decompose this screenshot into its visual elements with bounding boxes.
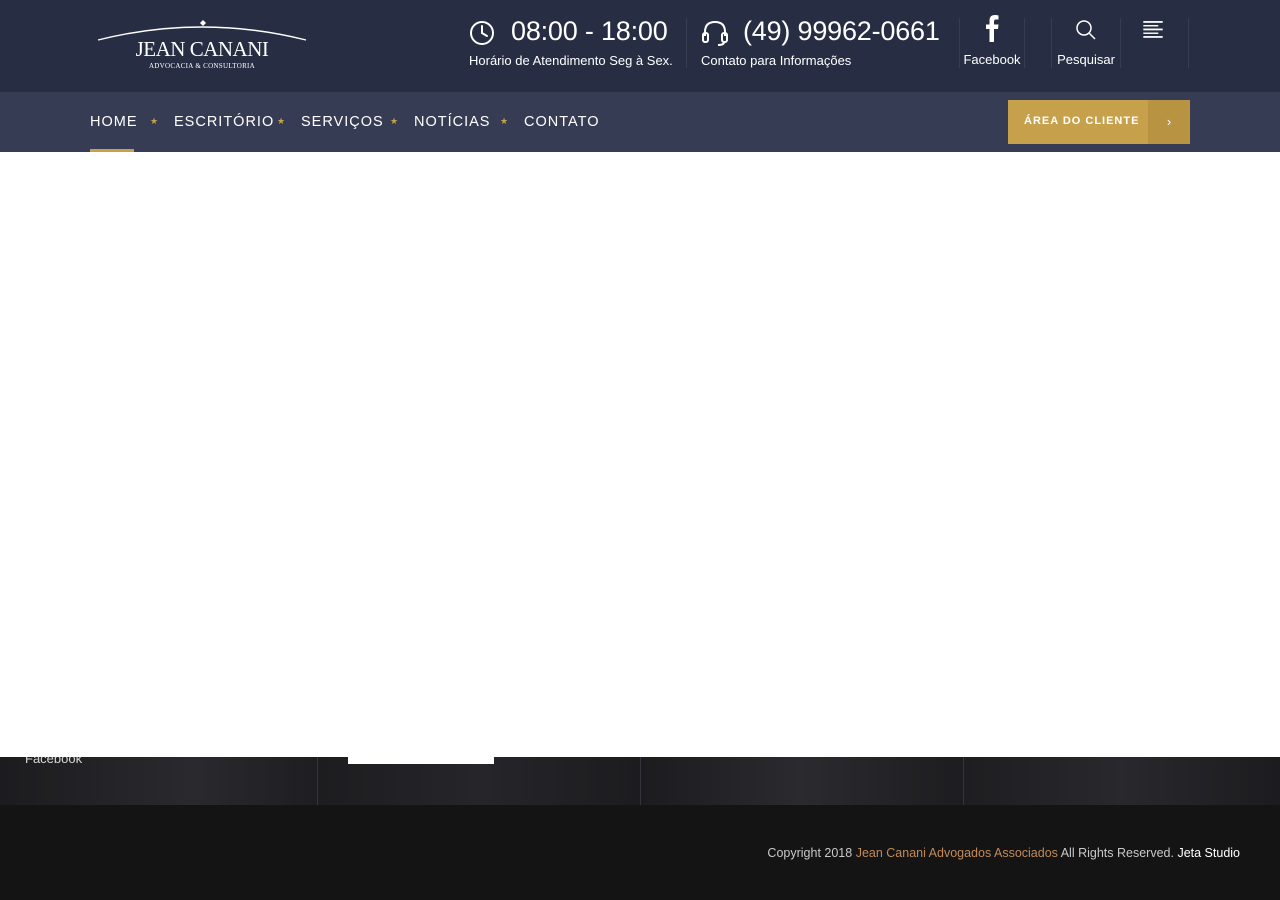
nav-item-escritorio[interactable]: ESCRITÓRIO [174,114,274,130]
contact-phone[interactable]: (49) 99962-0661 Contato para Informações [701,16,951,72]
clock-icon [470,21,494,45]
band-divider [317,757,318,805]
headset-icon [702,20,728,46]
opening-hours: 08:00 - 18:00 Horário de Atendimento Seg… [469,16,679,72]
band-texture [320,757,640,805]
header-divider [1024,18,1025,68]
facebook-icon [986,15,999,42]
menu-lines-icon [1143,21,1163,38]
facebook-link[interactable]: Facebook [956,14,1028,74]
logo-name: JEAN CANANI [135,37,269,61]
nav-item-noticias[interactable]: NOTÍCIAS [414,114,490,130]
copyright-prefix: Copyright 2018 [767,846,853,860]
header-divider [1188,18,1189,68]
page: JEAN CANANI ADVOCACIA & CONSULTORIA 08:0… [0,0,1280,900]
copyright-text: Copyright 2018 Jean Canani Advogados Ass… [767,846,1240,860]
nav-item-servicos[interactable]: SERVIÇOS [301,114,384,130]
star-separator-icon: ★ [277,116,286,126]
star-separator-icon: ★ [390,116,399,126]
facebook-label: Facebook [963,52,1021,67]
search-icon [1076,20,1096,40]
footer-widget-band: Facebook [0,757,1280,805]
header-divider [686,18,687,68]
logo-tagline: ADVOCACIA & CONSULTORIA [148,62,256,70]
rights-text: All Rights Reserved. [1060,846,1174,860]
chevron-right-icon: › [1166,114,1172,129]
search-label: Pesquisar [1057,52,1115,67]
hours-value: 08:00 - 18:00 [511,16,668,46]
hours-caption: Horário de Atendimento Seg à Sex. [469,53,673,68]
footer-facebook-link[interactable]: Facebook [25,757,82,766]
star-separator-icon: ★ [150,116,159,126]
band-texture [963,757,1280,805]
search-button[interactable]: Pesquisar [1050,14,1122,74]
side-menu-button[interactable] [1118,14,1188,74]
phone-caption: Contato para Informações [701,53,852,68]
nav-item-home[interactable]: HOME [90,114,138,130]
company-link[interactable]: Jean Canani Advogados Associados [856,846,1058,860]
nav-item-contato[interactable]: CONTATO [524,114,599,130]
cta-arrow-box: › [1148,100,1190,144]
client-area-label: ÁREA DO CLIENTE [1024,115,1140,127]
studio-link[interactable]: Jeta Studio [1177,846,1240,860]
band-divider [640,757,641,805]
star-separator-icon: ★ [500,116,509,126]
phone-value: (49) 99962-0661 [743,16,940,46]
band-texture [640,757,963,805]
band-divider [963,757,964,805]
top-header: JEAN CANANI ADVOCACIA & CONSULTORIA 08:0… [0,0,1280,92]
site-logo[interactable]: JEAN CANANI ADVOCACIA & CONSULTORIA [96,20,308,74]
footer-widget-box [348,757,494,764]
site-footer: Copyright 2018 Jean Canani Advogados Ass… [0,805,1280,900]
client-area-button[interactable]: ÁREA DO CLIENTE › [1008,100,1190,144]
main-content [0,152,1280,757]
